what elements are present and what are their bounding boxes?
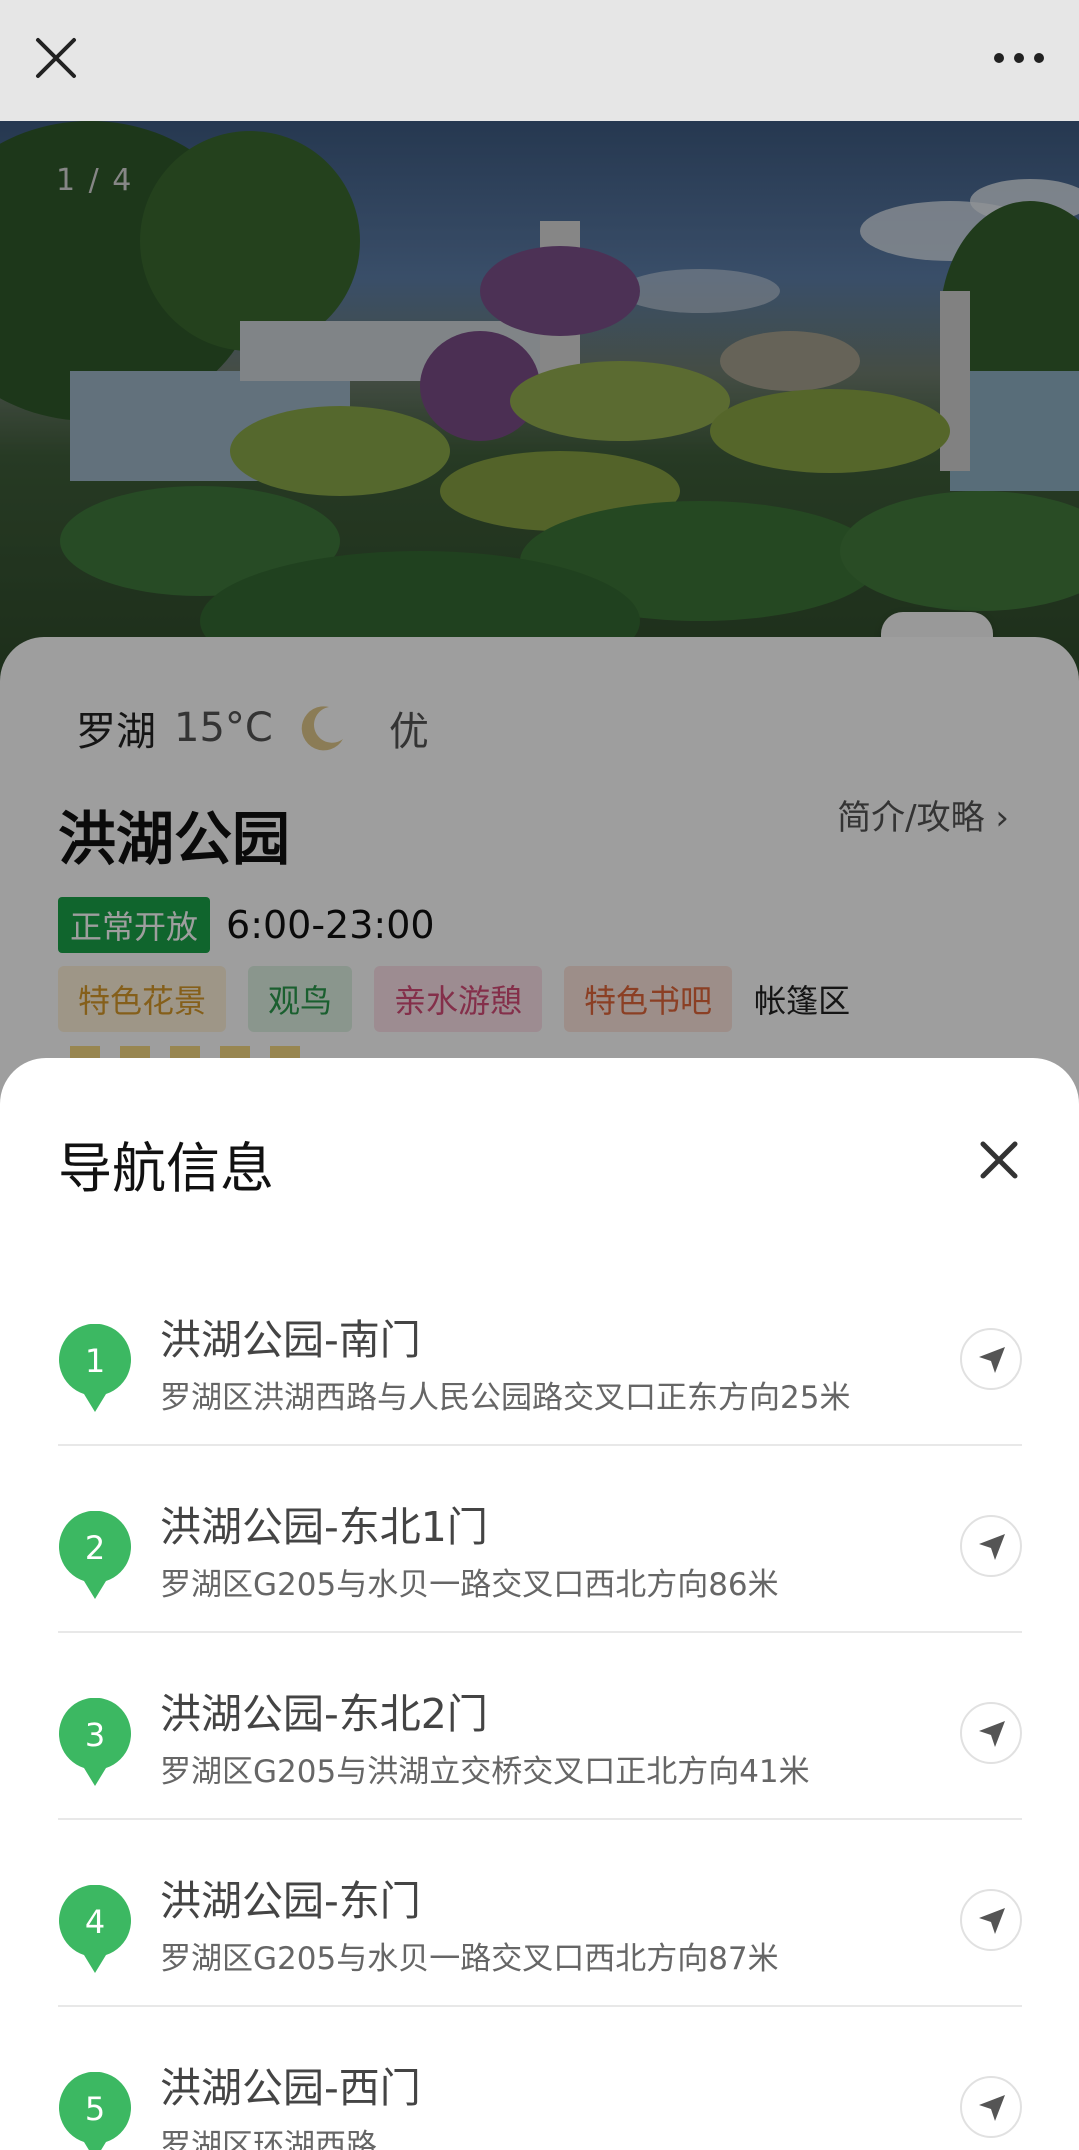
entrance-item[interactable]: 2 洪湖公园-东北1门 罗湖区G205与水贝一路交叉口西北方向86米: [58, 1471, 1022, 1658]
weather-temperature: 15°C: [174, 705, 273, 751]
weather-row: 罗湖 15°C 优: [76, 700, 429, 756]
map-pin-icon: 4: [59, 1885, 131, 1973]
navigate-arrow-icon: [979, 2095, 1005, 2121]
feature-tag[interactable]: 观鸟: [248, 966, 353, 1032]
pin-number: 1: [85, 1342, 105, 1380]
navigate-arrow-icon: [979, 1534, 1005, 1560]
divider: [58, 2005, 1022, 2007]
opening-hours: 6:00-23:00: [226, 903, 435, 947]
feature-tag[interactable]: 亲水游憩: [374, 966, 543, 1032]
navigate-arrow-icon: [979, 1908, 1005, 1934]
feature-tags: 特色花景 观鸟 亲水游憩 特色书吧 帐篷区: [58, 966, 872, 1032]
more-dots-icon[interactable]: [989, 38, 1049, 78]
pin-number: 2: [85, 1529, 105, 1567]
park-photo[interactable]: 1 / 4: [0, 121, 1079, 681]
pin-number: 4: [85, 1903, 105, 1941]
entrance-item[interactable]: 3 洪湖公园-东北2门 罗湖区G205与洪湖立交桥交叉口正北方向41米: [58, 1658, 1022, 1845]
air-quality: 优: [388, 709, 429, 755]
entrance-name: 洪湖公园-西门: [160, 2064, 421, 2112]
navigate-arrow-icon: [979, 1347, 1005, 1373]
entrance-address: 罗湖区G205与水贝一路交叉口西北方向87米: [160, 1941, 779, 1977]
photo-counter: 1 / 4: [56, 163, 134, 198]
entrance-item[interactable]: 5 洪湖公园-西门 罗湖区环湖西路: [58, 2032, 1022, 2150]
feature-tag[interactable]: 帐篷区: [754, 966, 850, 1032]
entrance-name: 洪湖公园-东门: [160, 1877, 421, 1925]
park-title: 洪湖公园: [58, 805, 291, 873]
moon-icon: [301, 706, 343, 751]
navigate-button[interactable]: [960, 1889, 1022, 1951]
entrance-name: 洪湖公园-南门: [160, 1316, 421, 1364]
intro-guide-link[interactable]: 简介/攻略 ›: [837, 790, 1009, 839]
close-icon[interactable]: [30, 32, 82, 84]
sheet-title: 导航信息: [58, 1137, 274, 1200]
map-pin-icon: 3: [59, 1698, 131, 1786]
navigate-button[interactable]: [960, 1702, 1022, 1764]
entrance-name: 洪湖公园-东北1门: [160, 1503, 488, 1551]
entrance-name: 洪湖公园-东北2门: [160, 1690, 488, 1738]
divider: [58, 1631, 1022, 1633]
divider: [58, 1818, 1022, 1820]
entrance-address: 罗湖区G205与水贝一路交叉口西北方向86米: [160, 1567, 779, 1603]
photo-illustration: [0, 121, 1079, 681]
navigate-button[interactable]: [960, 1515, 1022, 1577]
map-pin-icon: 2: [59, 1511, 131, 1599]
top-bar: [0, 0, 1079, 121]
opening-status-row: 正常开放 6:00-23:00: [58, 897, 435, 953]
entrance-address: 罗湖区环湖西路: [160, 2128, 377, 2150]
map-pin-icon: 5: [59, 2072, 131, 2150]
weather-district: 罗湖: [76, 709, 156, 755]
navigate-button[interactable]: [960, 1328, 1022, 1390]
map-pin-icon: 1: [59, 1324, 131, 1412]
feature-tag[interactable]: 特色花景: [58, 966, 227, 1032]
feature-tag[interactable]: 特色书吧: [564, 966, 733, 1032]
open-status-badge: 正常开放: [58, 897, 211, 953]
entrance-address: 罗湖区G205与洪湖立交桥交叉口正北方向41米: [160, 1754, 810, 1790]
pin-number: 3: [85, 1716, 105, 1754]
navigation-sheet: 导航信息 1 洪湖公园-南门 罗湖区洪湖西路与人民公园路交叉口正东方向25米 2…: [0, 1058, 1079, 2150]
divider: [58, 1444, 1022, 1446]
navigate-button[interactable]: [960, 2076, 1022, 2138]
pin-number: 5: [85, 2090, 105, 2128]
navigate-arrow-icon: [979, 1721, 1005, 1747]
entrance-item[interactable]: 4 洪湖公园-东门 罗湖区G205与水贝一路交叉口西北方向87米: [58, 1845, 1022, 2032]
entrance-item[interactable]: 1 洪湖公园-南门 罗湖区洪湖西路与人民公园路交叉口正东方向25米: [58, 1284, 1022, 1471]
close-icon[interactable]: [977, 1138, 1021, 1182]
entrance-address: 罗湖区洪湖西路与人民公园路交叉口正东方向25米: [160, 1380, 851, 1416]
